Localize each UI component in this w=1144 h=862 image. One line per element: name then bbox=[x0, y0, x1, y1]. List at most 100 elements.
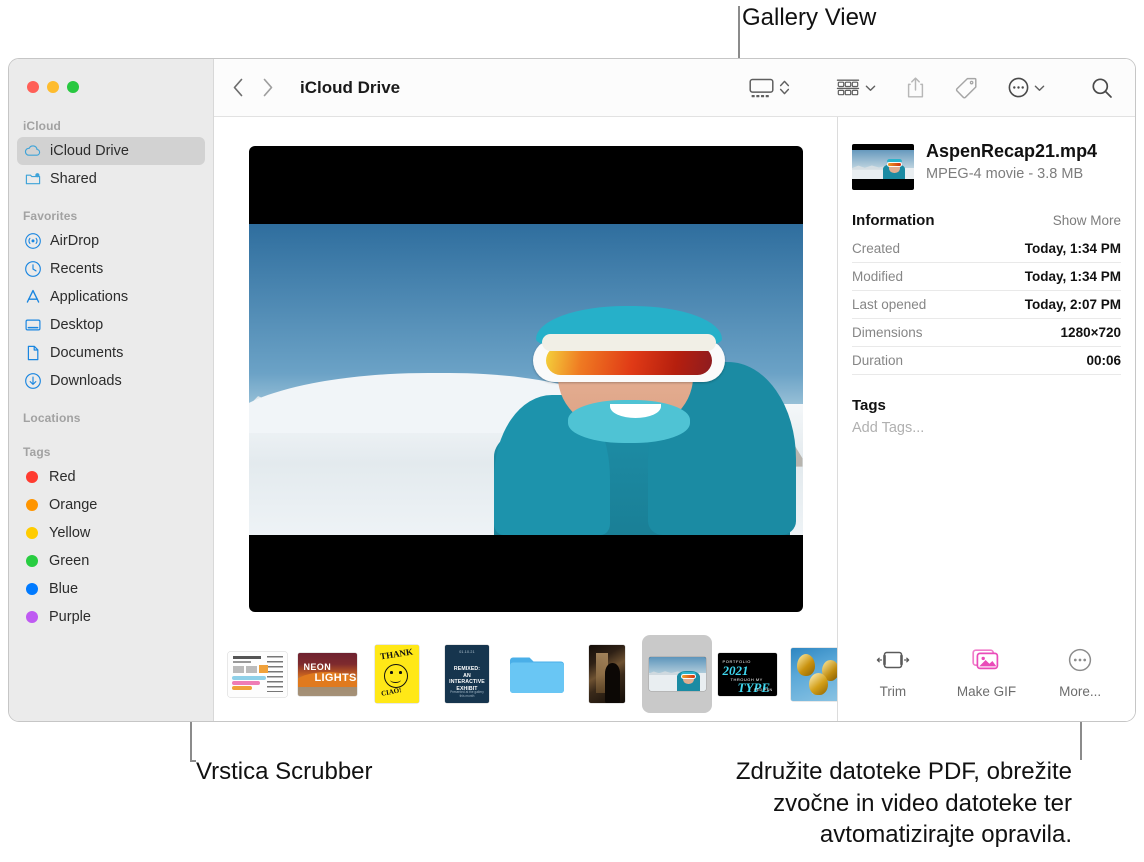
quick-action-label: Trim bbox=[879, 684, 907, 699]
scrubber-item-gold-balloons-photo[interactable] bbox=[782, 635, 837, 713]
scrubber-item-aspen-recap-video[interactable] bbox=[642, 635, 712, 713]
shared-folder-icon bbox=[23, 170, 42, 189]
scrubber-item-neon-lights-poster[interactable]: NEON LIGHTS bbox=[292, 635, 362, 713]
applications-icon bbox=[23, 288, 42, 307]
quick-action-trim[interactable]: Trim bbox=[850, 647, 936, 699]
info-value: Today, 2:07 PM bbox=[1024, 297, 1121, 312]
callout-scrubber: Vrstica Scrubber bbox=[196, 758, 373, 785]
sidebar-item-applications[interactable]: Applications bbox=[17, 283, 205, 311]
share-button[interactable] bbox=[906, 76, 925, 99]
forward-button[interactable] bbox=[262, 78, 274, 97]
sidebar-tag-yellow[interactable]: Yellow bbox=[17, 519, 205, 547]
minimize-button[interactable] bbox=[47, 81, 59, 93]
search-icon[interactable] bbox=[1091, 77, 1113, 99]
gallery-view-icon[interactable] bbox=[749, 77, 774, 99]
quick-action-label: More... bbox=[1059, 684, 1102, 699]
more-actions-button[interactable] bbox=[1008, 77, 1045, 98]
sidebar-tag-orange[interactable]: Orange bbox=[17, 491, 205, 519]
thumbnail bbox=[227, 651, 287, 697]
thumbnail bbox=[648, 657, 706, 691]
sidebar-tag-red[interactable]: Red bbox=[17, 463, 205, 491]
scrubber-item-exhibit-poster[interactable]: 01.10.21 REMIXED: AN INTERACTIVE EXHIBIT… bbox=[432, 635, 502, 713]
more-circle-icon[interactable] bbox=[1008, 77, 1029, 98]
file-meta: MPEG-4 movie - 3.8 MB bbox=[926, 165, 1084, 182]
sidebar-item-downloads[interactable]: Downloads bbox=[17, 367, 205, 395]
close-button[interactable] bbox=[27, 81, 39, 93]
window-controls[interactable] bbox=[9, 59, 213, 93]
chevron-down-icon[interactable] bbox=[1034, 84, 1045, 92]
quick-action-label: Make GIF bbox=[956, 684, 1017, 699]
group-by-button[interactable] bbox=[836, 77, 876, 99]
information-header: Information Show More bbox=[852, 212, 1121, 229]
callout-quick-actions: Združite datoteke PDF, obrežite zvočne i… bbox=[735, 758, 1072, 849]
clock-icon bbox=[23, 260, 42, 279]
scrubber-item-thank-you-poster[interactable]: THANK CIAO! bbox=[362, 635, 432, 713]
info-row-dimensions: Dimensions 1280×720 bbox=[852, 319, 1121, 347]
zoom-button[interactable] bbox=[67, 81, 79, 93]
quick-actions-bar: Trim Make GIF More... bbox=[838, 633, 1135, 721]
quick-action-make-gif[interactable]: Make GIF bbox=[943, 647, 1029, 699]
info-panel-scroll: AspenRecap21.mp4 MPEG-4 movie - 3.8 MB I… bbox=[838, 117, 1135, 633]
sidebar-item-label: Documents bbox=[50, 345, 124, 361]
sidebar-item-recents[interactable]: Recents bbox=[17, 255, 205, 283]
add-tags-field[interactable]: Add Tags... bbox=[852, 420, 1121, 436]
group-by-icon[interactable] bbox=[836, 77, 860, 99]
info-value: 1280×720 bbox=[1060, 325, 1121, 340]
scrubber-item-silhouette-photo[interactable] bbox=[572, 635, 642, 713]
thumb-text: 01.10.21 bbox=[459, 650, 475, 654]
tag-dot-icon bbox=[26, 527, 38, 539]
sidebar-item-label: Purple bbox=[49, 609, 91, 625]
sidebar-item-shared[interactable]: Shared bbox=[17, 165, 205, 193]
sidebar-section-icloud: iCloud bbox=[23, 119, 61, 133]
sidebar-tag-blue[interactable]: Blue bbox=[17, 575, 205, 603]
file-thumbnail bbox=[852, 144, 914, 190]
airdrop-icon bbox=[23, 232, 42, 251]
video-preview[interactable] bbox=[248, 146, 803, 612]
scrubber-item-chart-document[interactable] bbox=[222, 635, 292, 713]
sidebar-item-label: Downloads bbox=[50, 373, 122, 389]
thumbnail: THANK CIAO! bbox=[375, 645, 419, 703]
sidebar-item-desktop[interactable]: Desktop bbox=[17, 311, 205, 339]
tag-icon[interactable] bbox=[955, 76, 978, 99]
beanie-band bbox=[542, 333, 716, 352]
sidebar-section-locations: Locations bbox=[23, 411, 81, 425]
info-panel: AspenRecap21.mp4 MPEG-4 movie - 3.8 MB I… bbox=[837, 117, 1135, 721]
tag-dot-icon bbox=[26, 471, 38, 483]
thumb-text: LIGHTS bbox=[314, 671, 357, 684]
desktop-icon bbox=[23, 316, 42, 335]
up-down-chevron-icon[interactable] bbox=[779, 78, 790, 97]
sidebar-item-airdrop[interactable]: AirDrop bbox=[17, 227, 205, 255]
thumbnail: 01.10.21 REMIXED: AN INTERACTIVE EXHIBIT… bbox=[445, 645, 489, 703]
nav-buttons bbox=[232, 78, 274, 97]
preview-column: NEON LIGHTS THANK CIAO! 01.10.21 REMIXED… bbox=[214, 117, 837, 721]
toolbar: iCloud Drive bbox=[214, 59, 1135, 117]
sidebar-item-icloud-drive[interactable]: iCloud Drive bbox=[17, 137, 205, 165]
sidebar-item-label: Applications bbox=[50, 289, 129, 305]
sidebar-tag-purple[interactable]: Purple bbox=[17, 603, 205, 631]
back-button[interactable] bbox=[232, 78, 244, 97]
info-row-duration: Duration 00:06 bbox=[852, 347, 1121, 375]
scrubber-item-type-portfolio-poster[interactable]: PORTFOLIO 2021 THROUGH MY TYPE FED PEN bbox=[712, 635, 782, 713]
sidebar-section-favorites: Favorites bbox=[23, 209, 78, 223]
thumb-text: REMIXED: AN INTERACTIVE EXHIBIT bbox=[449, 666, 485, 692]
sidebar-section-tags: Tags bbox=[23, 445, 51, 459]
info-value: Today, 1:34 PM bbox=[1024, 241, 1121, 256]
file-title-block: AspenRecap21.mp4 MPEG-4 movie - 3.8 MB bbox=[926, 141, 1097, 182]
document-icon bbox=[23, 344, 42, 363]
cloud-icon bbox=[23, 142, 42, 161]
tag-dot-icon bbox=[26, 611, 38, 623]
sidebar-tag-green[interactable]: Green bbox=[17, 547, 205, 575]
info-value: 00:06 bbox=[1086, 353, 1121, 368]
page-title: iCloud Drive bbox=[300, 77, 401, 97]
show-more-link[interactable]: Show More bbox=[1053, 213, 1121, 228]
view-switcher[interactable] bbox=[749, 77, 790, 99]
sidebar-item-label: Orange bbox=[49, 497, 98, 513]
file-name: AspenRecap21.mp4 bbox=[926, 141, 1098, 161]
scrubber-bar[interactable]: NEON LIGHTS THANK CIAO! 01.10.21 REMIXED… bbox=[214, 633, 837, 721]
tag-dot-icon bbox=[26, 555, 38, 567]
chevron-down-icon[interactable] bbox=[865, 84, 876, 92]
scrubber-item-blue-folder[interactable] bbox=[502, 635, 572, 713]
sidebar-item-documents[interactable]: Documents bbox=[17, 339, 205, 367]
folder-icon bbox=[508, 651, 566, 697]
quick-action-more[interactable]: More... bbox=[1037, 647, 1123, 699]
